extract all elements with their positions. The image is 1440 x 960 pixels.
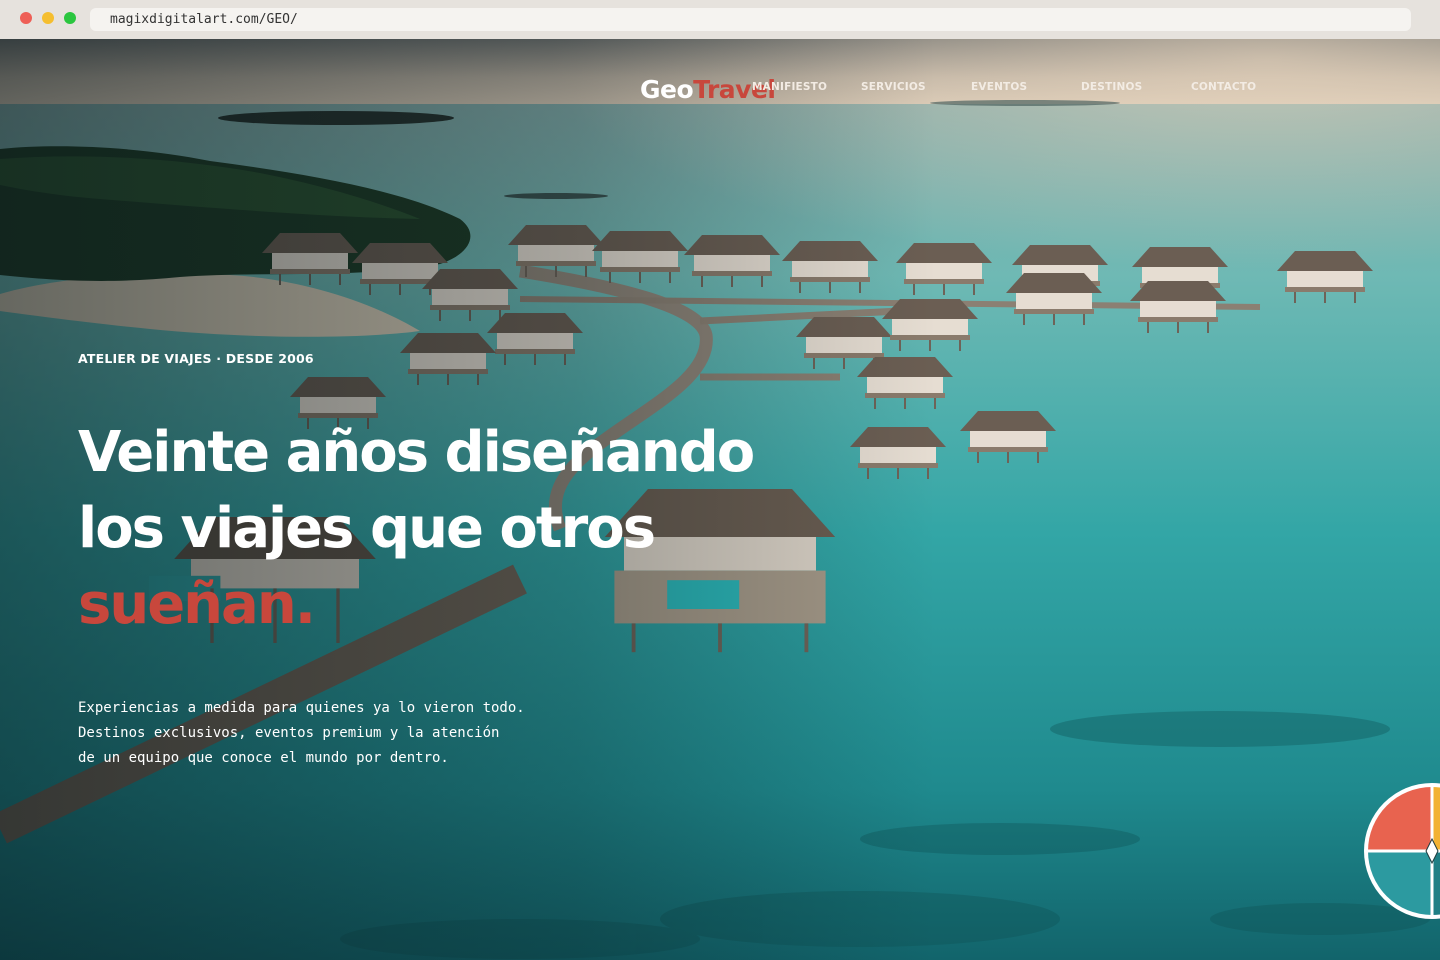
- minimize-window-button[interactable]: [42, 12, 54, 24]
- headline-line-2: los viajes que otros: [78, 496, 656, 561]
- address-bar-url: magixdigitalart.com/GEO/: [110, 12, 298, 27]
- nav-contacto[interactable]: CONTACTO: [1191, 81, 1256, 93]
- hero-eyebrow: ATELIER DE VIAJES · DESDE 2006: [78, 351, 314, 366]
- compass-icon[interactable]: [1360, 781, 1440, 921]
- hero-section: GeoTravel MANIFIESTO SERVICIOS EVENTOS D…: [0, 39, 1440, 960]
- description-line-3: de un equipo que conoce el mundo por den…: [78, 750, 449, 766]
- close-window-button[interactable]: [20, 12, 32, 24]
- browser-chrome: magixdigitalart.com/GEO/: [0, 0, 1440, 39]
- nav-eventos[interactable]: EVENTOS: [971, 81, 1027, 93]
- headline-accent: sueñan.: [78, 572, 316, 637]
- hero-headline: Veinte años diseñando los viajes que otr…: [78, 415, 755, 643]
- hero-description: Experiencias a medida para quienes ya lo…: [78, 696, 525, 771]
- nav-destinos[interactable]: DESTINOS: [1081, 81, 1142, 93]
- description-line-1: Experiencias a medida para quienes ya lo…: [78, 700, 525, 716]
- headline-line-1: Veinte años diseñando: [78, 420, 755, 485]
- maximize-window-button[interactable]: [64, 12, 76, 24]
- description-line-2: Destinos exclusivos, eventos premium y l…: [78, 725, 500, 741]
- logo-geo: Geo: [640, 75, 694, 104]
- nav-manifiesto[interactable]: MANIFIESTO: [752, 81, 827, 93]
- nav-servicios[interactable]: SERVICIOS: [861, 81, 926, 93]
- address-bar[interactable]: magixdigitalart.com/GEO/: [90, 8, 1411, 31]
